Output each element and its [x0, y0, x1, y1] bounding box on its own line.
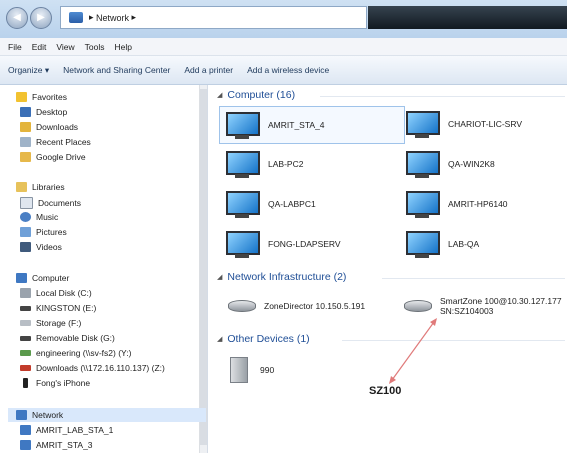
annotation-arrow	[389, 318, 437, 384]
annotation-label: SZ100	[369, 385, 402, 397]
